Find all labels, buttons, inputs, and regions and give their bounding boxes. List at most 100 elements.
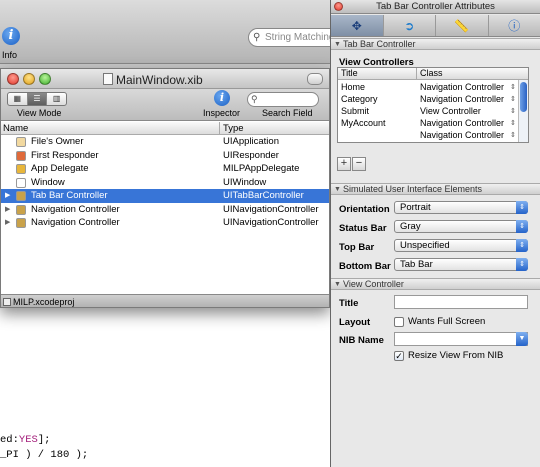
wants-full-screen-label: Wants Full Screen xyxy=(408,316,486,327)
object-type: UIApplication xyxy=(223,136,279,147)
bottom-bar-popup[interactable]: Tab Bar ⇕ xyxy=(394,258,528,271)
view-controller-class[interactable]: Navigation Controller xyxy=(420,81,504,93)
column-divider[interactable] xyxy=(416,68,417,80)
toolbar-toggle-button[interactable] xyxy=(307,73,323,85)
size-icon[interactable]: 📏 xyxy=(436,15,489,36)
info-icon[interactable]: i xyxy=(2,27,20,45)
object-name: File's Owner xyxy=(31,136,84,147)
chevron-down-icon[interactable]: ▼ xyxy=(516,332,528,346)
section-title: Simulated User Interface Elements xyxy=(343,184,483,194)
code-line-1: ed:YES]; xyxy=(0,434,50,446)
view-mode-label: View Mode xyxy=(17,108,62,118)
navigation-controller-icon xyxy=(16,218,26,228)
title-field[interactable] xyxy=(394,295,528,309)
inspector-icon[interactable]: i xyxy=(214,90,230,106)
remove-view-controller-button[interactable]: − xyxy=(352,157,366,171)
status-bar-label: Status Bar xyxy=(339,223,387,234)
icon-view-icon[interactable]: ▦ xyxy=(8,93,28,105)
view-controller-title[interactable]: MyAccount xyxy=(341,117,386,129)
object-row[interactable]: ▶ Navigation Controller UINavigationContro… xyxy=(1,216,329,230)
view-controllers-table[interactable]: Title Class Home Navigation Controller ⇕ Ca… xyxy=(337,67,529,143)
document-icon xyxy=(103,73,113,85)
object-name: Window xyxy=(31,176,65,188)
close-window-button[interactable] xyxy=(7,73,19,85)
nib-name-combo[interactable]: ▼ xyxy=(394,332,528,346)
magnifier-icon: ⚲ xyxy=(251,94,258,104)
resize-view-from-nib-label: Resize View From NIB xyxy=(408,350,504,361)
scrollbar-thumb[interactable] xyxy=(520,82,527,112)
view-controller-row[interactable]: Home Navigation Controller ⇕ xyxy=(338,81,518,93)
cube-icon xyxy=(16,137,26,147)
info-label: Info xyxy=(2,50,18,60)
connections-icon[interactable]: ➲ xyxy=(384,15,436,36)
disclosure-triangle-icon[interactable]: ▶ xyxy=(5,216,10,230)
column-divider[interactable] xyxy=(219,122,220,135)
object-type: UIWindow xyxy=(223,176,267,188)
view-controller-class[interactable]: Navigation Controller xyxy=(420,93,504,105)
object-row[interactable]: ▶ Tab Bar Controller UITabBarController xyxy=(1,189,329,203)
inspector-label: Inspector xyxy=(203,108,241,118)
code-text: ]; xyxy=(37,434,51,446)
zoom-window-button[interactable] xyxy=(39,73,51,85)
orientation-popup[interactable]: Portrait ⇕ xyxy=(394,201,528,214)
view-controller-row[interactable]: MyAccount Navigation Controller ⇕ xyxy=(338,117,518,129)
identity-icon[interactable]: ⓘ xyxy=(489,15,540,36)
object-type: UIResponder xyxy=(223,149,279,161)
inspector-title-bar: Tab Bar Controller Attributes xyxy=(331,0,540,14)
section-tab-bar-controller[interactable]: ▼ Tab Bar Controller xyxy=(331,38,540,50)
status-bar-popup[interactable]: Gray ⇕ xyxy=(394,220,528,233)
view-controller-class[interactable]: Navigation Controller xyxy=(420,117,504,129)
type-column-header[interactable]: Type xyxy=(223,123,244,134)
xib-document-window: MainWindow.xib ▦ ☰ ▥ View Mode i Inspect… xyxy=(0,68,330,308)
object-row[interactable]: Window UIWindow xyxy=(1,176,329,190)
resize-view-from-nib-checkbox[interactable]: ✓ xyxy=(394,351,404,361)
view-controller-class[interactable]: View Controller xyxy=(420,105,481,117)
inspector-tabs: ✥ ➲ 📏 ⓘ xyxy=(331,15,540,37)
section-title: View Controller xyxy=(343,279,404,289)
column-view-icon[interactable]: ▥ xyxy=(47,93,66,105)
xib-toolbar: ▦ ☰ ▥ View Mode i Inspector ⚲ Search Fie… xyxy=(1,89,329,121)
object-row[interactable]: ▶ Navigation Controller UINavigationContro… xyxy=(1,203,329,217)
list-view-icon[interactable]: ☰ xyxy=(27,93,48,105)
xib-search-field[interactable]: ⚲ xyxy=(247,92,319,107)
disclosure-triangle-icon[interactable]: ▶ xyxy=(5,189,10,203)
disclosure-triangle-icon[interactable]: ▶ xyxy=(5,203,10,217)
view-controller-title[interactable]: Home xyxy=(341,81,365,93)
code-line-2: _PI ) / 180 ); xyxy=(0,449,89,461)
section-simulated-ui[interactable]: ▼ Simulated User Interface Elements xyxy=(331,183,540,195)
section-title: Tab Bar Controller xyxy=(343,39,416,49)
top-bar-popup[interactable]: Unspecified ⇕ xyxy=(394,239,528,252)
cube-icon xyxy=(16,164,26,174)
object-type: UITabBarController xyxy=(223,190,304,201)
add-view-controller-button[interactable]: + xyxy=(337,157,351,171)
wants-full-screen-checkbox[interactable] xyxy=(394,317,404,327)
view-controller-row[interactable]: Navigation Controller ⇕ xyxy=(338,129,518,141)
disclosure-triangle-icon: ▼ xyxy=(334,281,341,288)
object-type: MILPAppDelegate xyxy=(223,163,300,174)
view-controller-row[interactable]: Category Navigation Controller ⇕ xyxy=(338,93,518,105)
navigation-controller-icon xyxy=(16,204,26,215)
object-row[interactable]: First Responder UIResponder xyxy=(1,149,329,163)
project-icon xyxy=(3,298,11,306)
code-editor[interactable]: ed:YES]; _PI ) / 180 ); xyxy=(0,308,330,467)
minimize-window-button[interactable] xyxy=(23,73,35,85)
orientation-value: Portrait xyxy=(400,202,431,213)
object-row[interactable]: App Delegate MILPAppDelegate xyxy=(1,162,329,176)
scrollbar[interactable] xyxy=(518,80,528,142)
disclosure-triangle-icon: ▼ xyxy=(334,41,341,48)
view-controller-class[interactable]: Navigation Controller xyxy=(420,129,504,141)
updown-arrows-icon[interactable]: ⇕ xyxy=(510,130,516,142)
section-view-controller[interactable]: ▼ View Controller xyxy=(331,278,540,290)
class-column-header[interactable]: Class xyxy=(420,68,443,79)
attributes-icon[interactable]: ✥ xyxy=(331,15,384,36)
view-controller-row[interactable]: Submit View Controller ⇕ xyxy=(338,105,518,117)
view-controller-title[interactable]: Category xyxy=(341,93,378,105)
name-column-header[interactable]: Name xyxy=(3,123,28,134)
view-controller-title[interactable]: Submit xyxy=(341,105,369,117)
object-row[interactable]: File's Owner UIApplication xyxy=(1,135,329,149)
status-bar-value: Gray xyxy=(400,221,421,232)
orientation-label: Orientation xyxy=(339,204,390,215)
title-column-header[interactable]: Title xyxy=(341,68,358,79)
project-name[interactable]: MILP.xcodeproj xyxy=(13,297,74,307)
view-mode-segmented-control[interactable]: ▦ ☰ ▥ xyxy=(7,92,67,106)
